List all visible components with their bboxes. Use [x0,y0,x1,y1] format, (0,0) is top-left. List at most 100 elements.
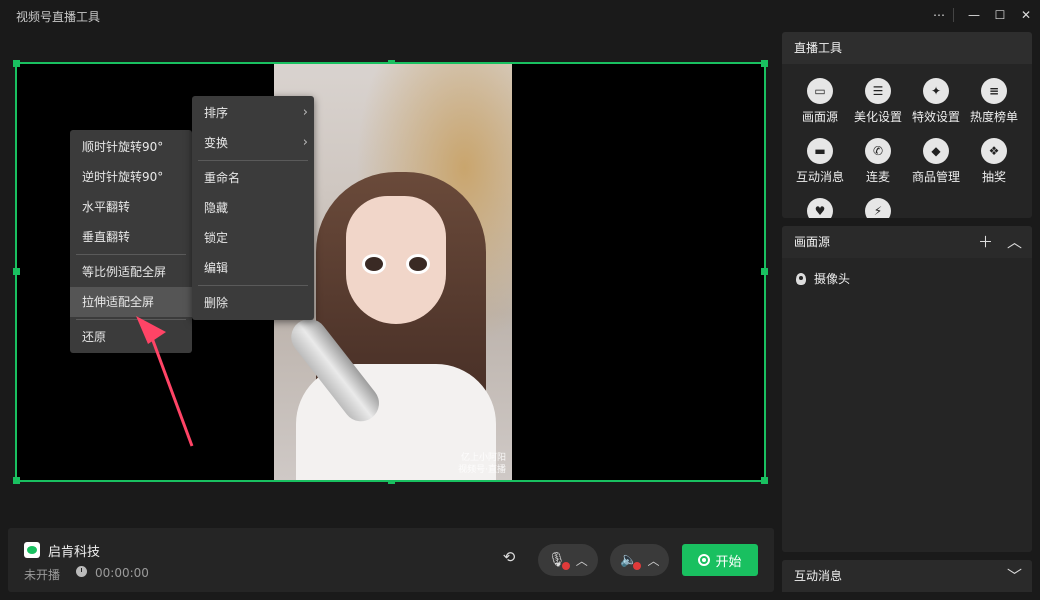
menu-item-hide[interactable]: 隐藏 [192,193,314,223]
clock-icon [76,566,87,577]
menu-item-delete[interactable]: 删除 [192,288,314,318]
menu-divider [198,160,308,161]
tool-hot-list[interactable]: ≡ 热度榜单 [964,78,1024,125]
tool-label: 商品管理 [911,170,960,184]
tool-label: 连麦 [865,170,890,184]
more-icon[interactable]: ⋯ [927,3,951,27]
phone-icon: ✆ [865,138,891,164]
speaker-control[interactable]: 🔈 ︿ [610,544,670,576]
tool-label: 特效设置 [911,110,960,124]
room-name: 启肯科技 [48,545,101,560]
source-item-label: 摄像头 [814,272,851,286]
rotate-screen-icon[interactable]: ⟲ [498,548,520,570]
tool-likes[interactable]: ♥ [790,198,850,218]
video-watermark: 亿上小阿阳 视频号·直播 [458,452,506,476]
sources-header: 画面源 ＋ ︿ [782,226,1032,258]
tool-beauty[interactable]: ☰ 美化设置 [848,78,908,125]
speaker-muted-icon[interactable]: 🔈 [620,552,642,570]
live-timer: 00:00:00 [95,566,149,580]
menu-item-rename[interactable]: 重命名 [192,163,314,193]
tool-label: 互动消息 [795,170,844,184]
interaction-panel[interactable]: 互动消息 ﹀ [782,560,1032,592]
chevron-right-icon: › [302,135,308,150]
resize-handle-top-right[interactable] [761,60,768,67]
video-eye-right [406,254,430,274]
live-tools-title: 直播工具 [782,32,1032,64]
menu-item-transform-label: 变换 [204,136,229,150]
tool-magic[interactable]: ⚡ [848,198,908,218]
sources-title: 画面源 [794,235,831,249]
heart-icon: ♥ [807,198,833,218]
resize-handle-bottom-right[interactable] [761,477,768,484]
sources-header-actions: ＋ ︿ [978,226,1022,258]
watermark-line1: 亿上小阿阳 [460,453,506,463]
start-live-button[interactable]: 开始 [682,544,758,576]
interaction-header: 互动消息 ﹀ [782,560,1032,592]
window-controls-divider [953,8,954,22]
camera-icon [796,272,806,285]
tool-co-host[interactable]: ✆ 连麦 [848,138,908,185]
menu-item-rotate-ccw[interactable]: 逆时针旋转90° [70,162,192,192]
start-live-label: 开始 [715,554,742,570]
menu-divider [198,285,308,286]
wand-icon: ⚡ [865,198,891,218]
tool-label: 美化设置 [853,110,902,124]
close-icon[interactable]: ✕ [1014,3,1038,27]
title-bar: 视频号直播工具 ⋯ — ☐ ✕ [0,0,1040,30]
interaction-title: 互动消息 [794,569,843,583]
add-icon[interactable]: ＋ [978,226,993,258]
expand-icon[interactable]: ﹀ [1007,560,1022,592]
collapse-icon[interactable]: ︿ [1007,226,1022,258]
annotation-arrow [136,316,194,447]
list-icon: ≡ [981,78,1007,104]
tool-label: 热度榜单 [969,110,1018,124]
menu-item-rotate-cw[interactable]: 顺时针旋转90° [70,132,192,162]
tool-screen-source[interactable]: ▭ 画面源 [790,78,850,125]
message-icon: ▬ [807,138,833,164]
shopping-bag-icon: ◆ [923,138,949,164]
resize-handle-top-left[interactable] [13,60,20,67]
live-status: 未开播 [24,568,61,582]
video-eye-left [362,254,386,274]
app-title: 视频号直播工具 [16,10,101,24]
sparkle-icon: ✦ [923,78,949,104]
tool-effects[interactable]: ✦ 特效设置 [906,78,966,125]
maximize-icon[interactable]: ☐ [988,3,1012,27]
record-icon [698,554,711,566]
chevron-right-icon: › [302,105,308,120]
sliders-icon: ☰ [865,78,891,104]
sources-panel: 画面源 ＋ ︿ 摄像头 [782,226,1032,552]
menu-item-order[interactable]: 排序 › [192,98,314,128]
interaction-header-actions: ﹀ [1007,560,1022,592]
gift-icon: ❖ [981,138,1007,164]
resize-handle-left[interactable] [13,268,20,275]
chevron-up-icon[interactable]: ︿ [647,552,659,569]
chevron-up-icon[interactable]: ︿ [576,552,588,569]
menu-item-transform[interactable]: 变换 › [192,128,314,158]
source-context-menu: 排序 › 变换 › 重命名 隐藏 锁定 编辑 删除 [192,96,314,320]
channel-logo-icon [24,542,40,558]
minimize-icon[interactable]: — [962,3,986,27]
tool-label: 画面源 [801,110,838,124]
source-item-camera[interactable]: 摄像头 [796,270,850,287]
microphone-control[interactable]: 🎙 ︿ [538,544,598,576]
tool-products[interactable]: ◆ 商品管理 [906,138,966,185]
menu-item-edit[interactable]: 编辑 [192,253,314,283]
watermark-line2: 视频号·直播 [458,465,506,475]
live-tools-panel: 直播工具 ▭ 画面源 ☰ 美化设置 ✦ 特效设置 ≡ 热度榜单 ▬ 互动消息 ✆… [782,32,1032,218]
menu-item-flip-vertical[interactable]: 垂直翻转 [70,222,192,252]
tool-label: 抽奖 [981,170,1006,184]
microphone-muted-icon[interactable]: 🎙 [548,552,570,570]
menu-item-fit-fullscreen[interactable]: 等比例适配全屏 [70,257,192,287]
live-control-bar: 启肯科技 未开播 00:00:00 ⟲ 🎙 ︿ 🔈 ︿ 开始 [8,528,774,592]
screen-icon: ▭ [807,78,833,104]
resize-handle-bottom-left[interactable] [13,477,20,484]
menu-item-lock[interactable]: 锁定 [192,223,314,253]
tool-messages[interactable]: ▬ 互动消息 [790,138,850,185]
menu-item-flip-horizontal[interactable]: 水平翻转 [70,192,192,222]
resize-handle-right[interactable] [761,268,768,275]
tool-lottery[interactable]: ❖ 抽奖 [964,138,1024,185]
menu-item-order-label: 排序 [204,106,229,120]
video-face [346,196,446,324]
window-controls: ⋯ — ☐ ✕ [927,0,1040,30]
